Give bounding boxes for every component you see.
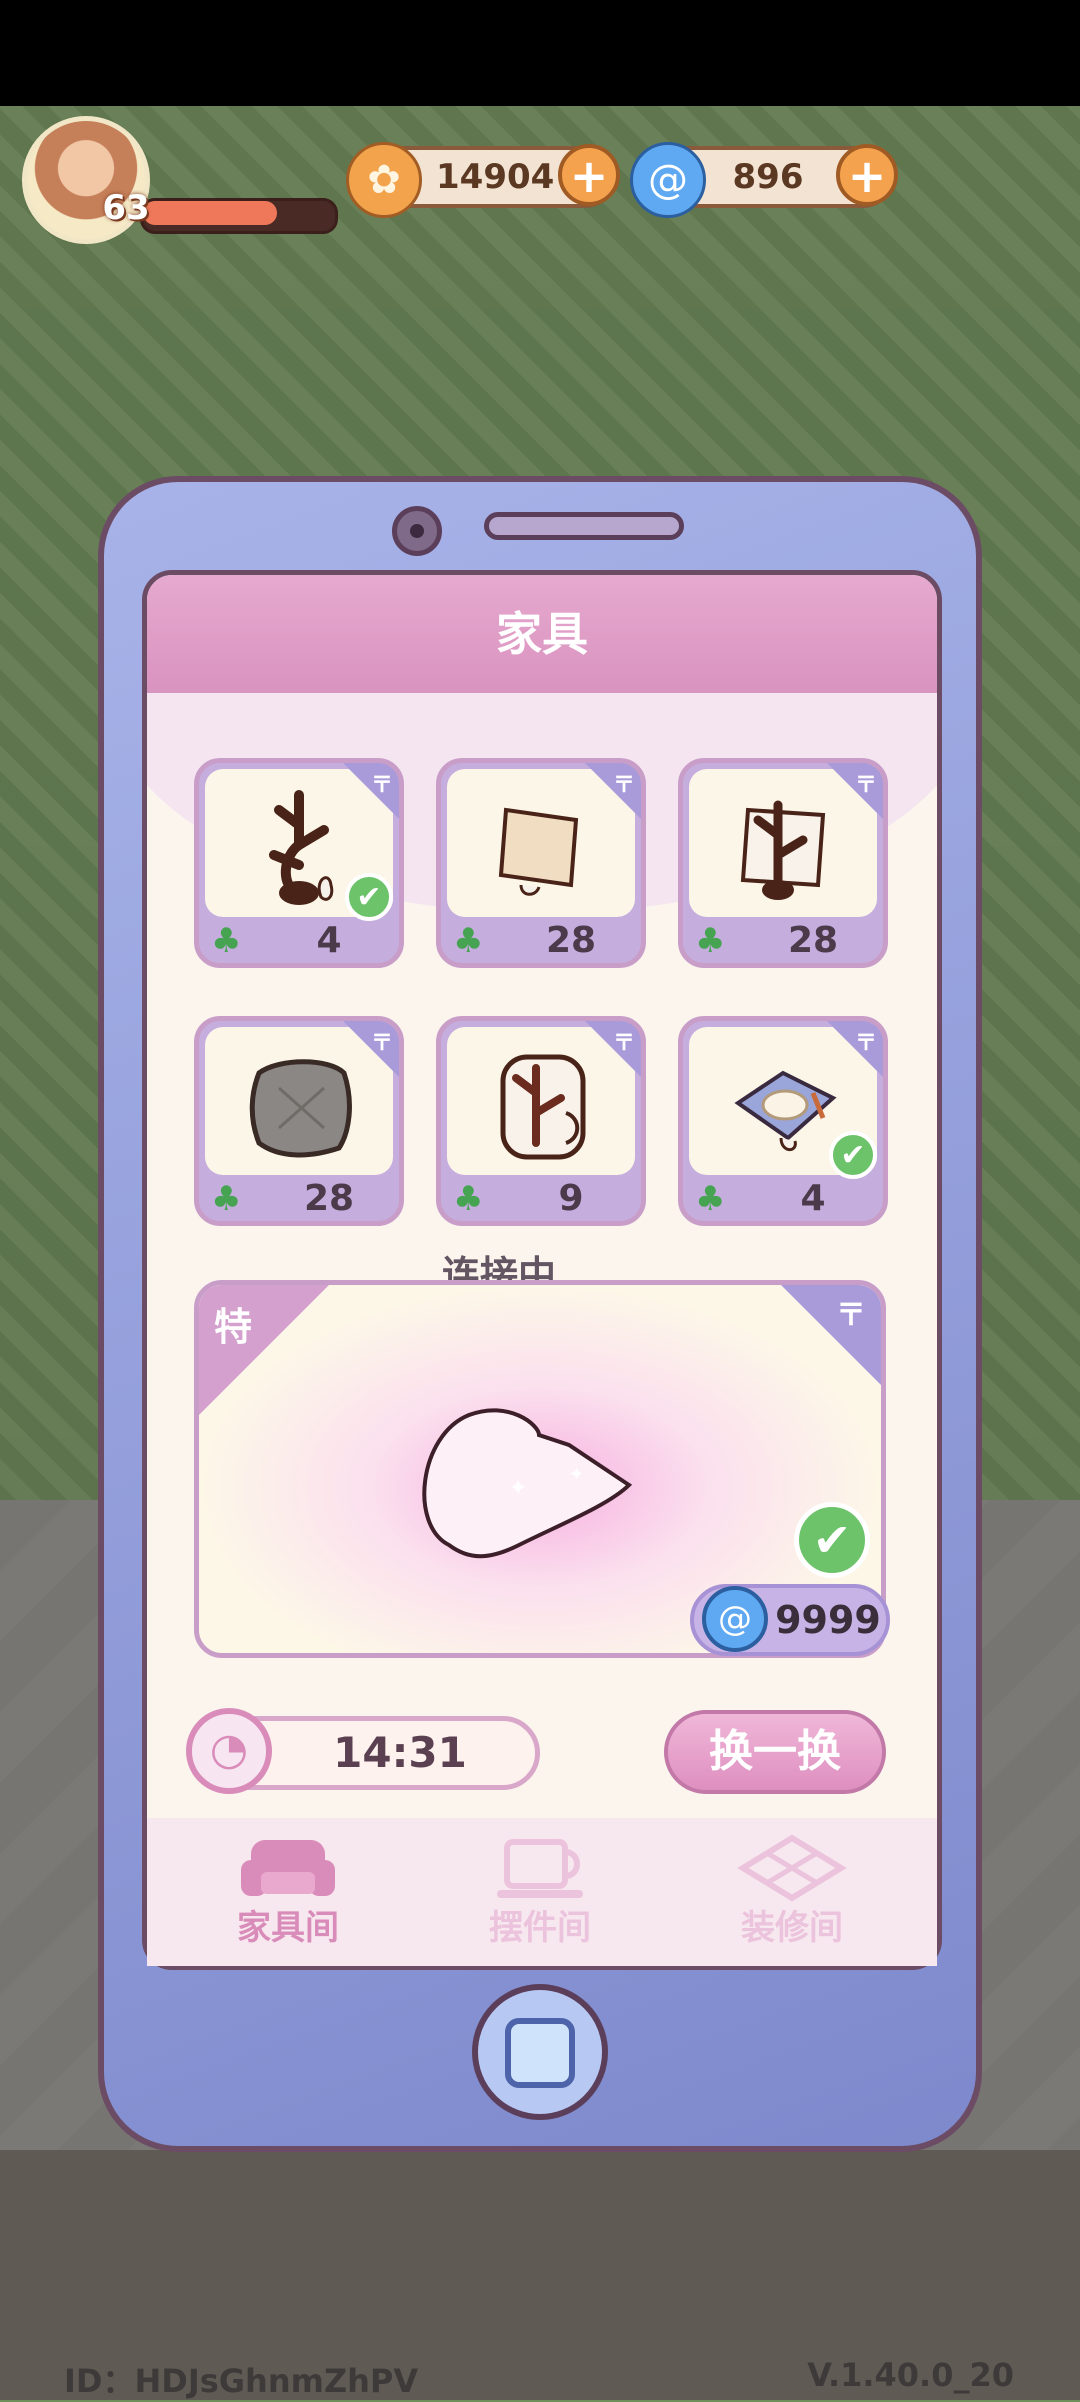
pillow-icon — [498, 807, 579, 896]
clover-icon: ♣ — [211, 921, 242, 961]
item-cost: 28 — [545, 920, 597, 961]
refresh-button[interactable]: 换一换 — [664, 1710, 886, 1794]
tab-ornaments[interactable]: 摆件间 — [440, 1832, 640, 1962]
item-cost: 4 — [316, 920, 342, 961]
special-label: 特 — [214, 1305, 253, 1349]
clock-icon: ◔ — [186, 1708, 272, 1794]
item-cost: 4 — [800, 1178, 826, 1219]
add-gold-button[interactable]: + — [558, 144, 620, 206]
gold-coin-icon: ✿ — [346, 142, 422, 218]
player-id: ID：HDJsGhnmZhPV — [64, 2362, 419, 2400]
blue-swirl-icon: @ — [702, 1586, 768, 1652]
tab-furniture[interactable]: 家具间 — [188, 1832, 388, 1962]
gold-value: 14904 — [436, 157, 555, 197]
tag-icon: 〒 — [854, 1031, 877, 1056]
owned-check-icon: ✔ — [345, 873, 393, 921]
owned-check-icon: ✔ — [794, 1502, 870, 1578]
tag-icon: 〒 — [370, 773, 393, 798]
antler-pillow-icon — [740, 800, 826, 900]
gold-currency: ✿ 14904 + — [346, 142, 620, 218]
panel-title: 家具 — [147, 575, 937, 693]
xp-bar-fill — [143, 201, 277, 225]
furniture-item-card[interactable]: 〒 ♣ 9 — [436, 1016, 646, 1226]
furniture-item-card[interactable]: 〒 ♣ 28 — [678, 758, 888, 968]
antler-plate-icon — [500, 1054, 586, 1160]
phone-speaker — [484, 512, 684, 540]
gem-value: 896 — [732, 157, 804, 197]
item-cost: 28 — [787, 920, 839, 961]
dining-mat-icon — [734, 1070, 837, 1152]
tab-label: 装修间 — [741, 1908, 843, 1948]
clover-icon: ♣ — [453, 1179, 484, 1219]
gem-currency: @ 896 + — [630, 142, 898, 218]
mystery-item-silhouette: ✦ ✦ — [422, 1408, 633, 1559]
clover-icon: ♣ — [211, 1179, 242, 1219]
home-square-icon — [505, 2018, 575, 2088]
gray-cushion-icon — [249, 1059, 352, 1158]
svg-text:✦: ✦ — [569, 1464, 584, 1485]
furniture-item-card[interactable]: 〒 ♣ 28 — [436, 758, 646, 968]
armchair-icon — [241, 1840, 335, 1896]
owned-check-icon: ✔ — [829, 1131, 877, 1179]
antler-decor-icon — [269, 790, 334, 905]
version-label: V.1.40.0_20 — [807, 2356, 1014, 2394]
clover-icon: ♣ — [695, 921, 726, 961]
furniture-item-card[interactable]: 〒 ♣ 28 — [194, 1016, 404, 1226]
special-corner-flag — [781, 1285, 881, 1385]
tag-icon: 〒 — [612, 773, 635, 798]
furniture-item-card[interactable]: 〒 ♣ 4 ✔ — [194, 758, 404, 968]
tag-icon: 〒 — [836, 1298, 866, 1333]
tab-label: 摆件间 — [489, 1908, 591, 1948]
tag-icon: 〒 — [854, 773, 877, 798]
add-gem-button[interactable]: + — [836, 144, 898, 206]
status-bar — [0, 0, 1080, 106]
phone-camera — [392, 506, 442, 556]
tag-icon: 〒 — [370, 1031, 393, 1056]
special-price: 9999 — [775, 1598, 881, 1642]
furniture-item-card[interactable]: 〒 ♣ 4 ✔ — [678, 1016, 888, 1226]
svg-text:✦: ✦ — [509, 1476, 527, 1501]
item-cost: 9 — [558, 1178, 584, 1219]
cup-icon — [497, 1839, 583, 1898]
blue-swirl-icon: @ — [630, 142, 706, 218]
timer-value: 14:31 — [333, 1728, 467, 1777]
level-badge: 63 — [102, 188, 150, 228]
floor-tile-icon — [737, 1834, 847, 1902]
tag-icon: 〒 — [612, 1031, 635, 1056]
tab-label: 家具间 — [237, 1908, 339, 1948]
clover-icon: ♣ — [695, 1179, 726, 1219]
item-cost: 28 — [303, 1178, 355, 1219]
tab-decoration[interactable]: 装修间 — [692, 1832, 892, 1962]
clover-icon: ♣ — [453, 921, 484, 961]
